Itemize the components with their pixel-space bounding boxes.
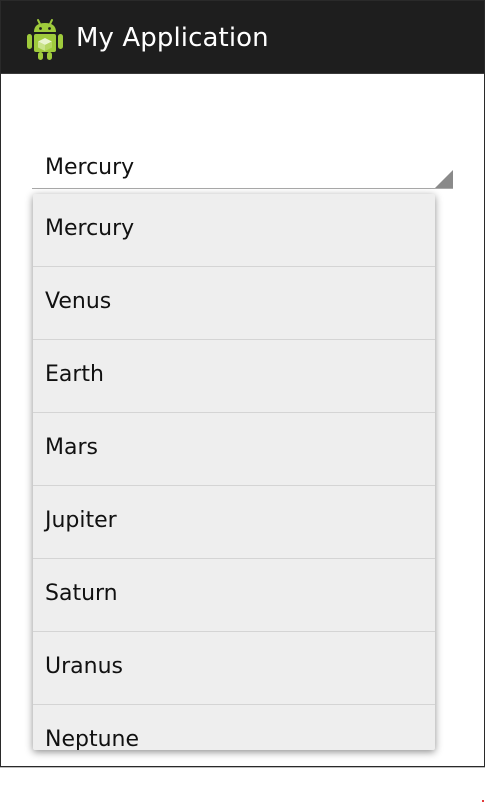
- spinner-dropdown-list[interactable]: Mercury Venus Earth Mars Jupiter Saturn …: [33, 194, 435, 750]
- dropdown-option-label: Mars: [45, 435, 98, 460]
- screen-bottom-border: [0, 767, 485, 768]
- dropdown-option[interactable]: Uranus: [33, 632, 435, 705]
- action-bar: My Application: [1, 1, 484, 74]
- dropdown-option-label: Jupiter: [45, 508, 117, 533]
- dropdown-option-label: Uranus: [45, 654, 123, 679]
- dropdown-option[interactable]: Venus: [33, 267, 435, 340]
- dropdown-option-label: Mercury: [45, 216, 135, 241]
- dropdown-option[interactable]: Jupiter: [33, 486, 435, 559]
- dropdown-option-label: Venus: [45, 289, 112, 314]
- dropdown-option[interactable]: Earth: [33, 340, 435, 413]
- corner-mark: [482, 800, 484, 802]
- dropdown-option[interactable]: Saturn: [33, 559, 435, 632]
- dropdown-option[interactable]: Neptune: [33, 705, 435, 750]
- app-title: My Application: [76, 23, 269, 53]
- dropdown-triangle-icon: [435, 170, 453, 188]
- spinner-selected-value: Mercury: [45, 155, 135, 180]
- dropdown-option-label: Earth: [45, 362, 104, 387]
- dropdown-option-label: Saturn: [45, 581, 118, 606]
- android-robot-icon: [27, 19, 63, 60]
- dropdown-option[interactable]: Mercury: [33, 194, 435, 267]
- device-screen: My Application Mercury Mercury Venus Ear…: [0, 0, 485, 767]
- dropdown-option-label: Neptune: [45, 727, 140, 750]
- dropdown-option[interactable]: Mars: [33, 413, 435, 486]
- planet-spinner[interactable]: Mercury: [32, 149, 453, 189]
- spinner-underline: [32, 188, 453, 189]
